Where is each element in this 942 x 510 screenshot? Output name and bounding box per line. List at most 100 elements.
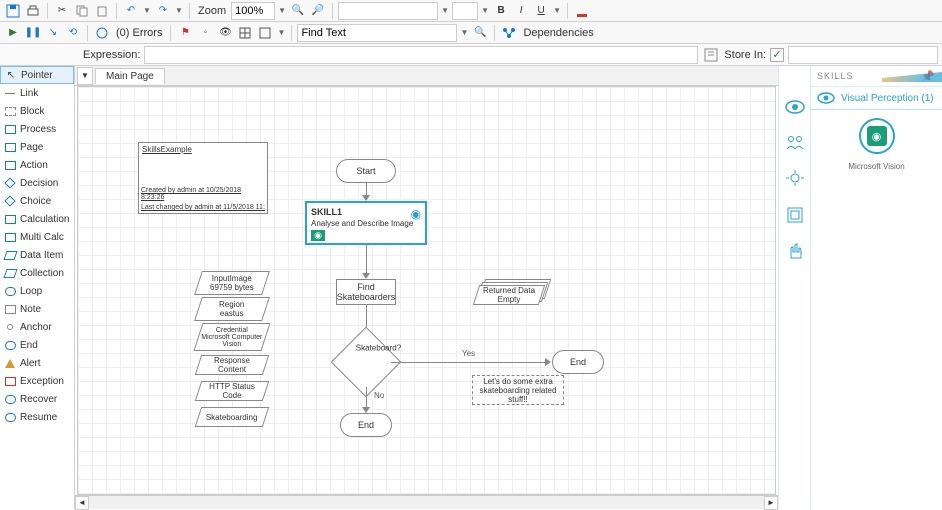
palette-process[interactable]: Process [0, 120, 74, 138]
note-icon [4, 303, 16, 315]
redo-dropdown-icon[interactable]: ▼ [174, 2, 184, 20]
palette-link[interactable]: —Link [0, 84, 74, 102]
scroll-left-icon[interactable]: ◄ [75, 496, 89, 510]
people-icon[interactable] [784, 132, 806, 154]
returned-data-collection[interactable]: Returned Data Empty [476, 279, 550, 305]
grid-icon[interactable] [236, 24, 254, 42]
palette-resume[interactable]: Resume [0, 408, 74, 426]
end-stage-yes[interactable]: End [552, 350, 604, 374]
eye-icon: ◉ [411, 207, 421, 221]
exception-icon [4, 375, 16, 387]
errors-count[interactable]: (0) Errors [113, 27, 165, 39]
dep-icon[interactable] [500, 24, 518, 42]
data-inputimage[interactable]: InputImage69759 bytes [198, 271, 266, 295]
font-dropdown-icon[interactable]: ▼ [440, 2, 450, 20]
dependencies-button[interactable]: Dependencies [520, 27, 596, 39]
skill-stage[interactable]: SKILL1 Analyse and Describe Image ◉ ◉ [305, 201, 427, 245]
flowchart-canvas[interactable]: SkillsExample Created by admin at 10/25/… [78, 87, 775, 494]
copy-icon[interactable] [73, 2, 91, 20]
data-response[interactable]: Response Content [198, 355, 266, 375]
underline-dropdown-icon[interactable]: ▼ [552, 2, 562, 20]
skills-panel: SKILLS 📌 Visual Perception (1) ◉ Microso… [810, 66, 942, 509]
structure-icon[interactable] [784, 204, 806, 226]
bold-button[interactable]: B [492, 2, 510, 20]
undo-dropdown-icon[interactable]: ▼ [142, 2, 152, 20]
palette-end[interactable]: End [0, 336, 74, 354]
zoom-dropdown-icon[interactable]: ▼ [277, 2, 287, 20]
palette-recover[interactable]: Recover [0, 390, 74, 408]
palette-anchor[interactable]: Anchor [0, 318, 74, 336]
errors-icon[interactable] [93, 24, 111, 42]
watch-icon[interactable]: 👁 [216, 24, 234, 42]
font-size-select[interactable] [452, 2, 478, 20]
undo-icon[interactable]: ↶ [122, 2, 140, 20]
find-stage[interactable]: Find Skateboarders [336, 279, 396, 305]
horizontal-scrollbar[interactable]: ◄ ► [75, 495, 778, 509]
start-stage[interactable]: Start [336, 159, 396, 183]
palette-exception[interactable]: Exception [0, 372, 74, 390]
underline-button[interactable]: U [532, 2, 550, 20]
palette-note[interactable]: Note [0, 300, 74, 318]
data-credential[interactable]: CredentialMicrosoft Computer Vision [198, 323, 266, 351]
palette-action[interactable]: Action [0, 156, 74, 174]
paste-icon[interactable] [93, 2, 111, 20]
palette-calculation[interactable]: Calculation [0, 210, 74, 228]
palette-pointer[interactable]: ↖Pointer [0, 66, 74, 84]
step-icon[interactable]: ↘ [44, 24, 62, 42]
skill-tile-msvision[interactable]: ◉ [859, 118, 895, 154]
tab-dropdown-icon[interactable]: ▼ [77, 67, 93, 85]
data-http[interactable]: HTTP Status Code [198, 381, 266, 401]
fontsize-dropdown-icon[interactable]: ▼ [480, 2, 490, 20]
extra-note[interactable]: Let's do some extra skateboarding relate… [472, 375, 564, 405]
end-stage-no[interactable]: End [340, 413, 392, 437]
print-icon[interactable] [24, 2, 42, 20]
pause-icon[interactable]: ❚❚ [24, 24, 42, 42]
hand-icon[interactable] [784, 240, 806, 262]
store-in-input[interactable] [788, 46, 938, 64]
info-note[interactable]: SkillsExample Created by admin at 10/25/… [138, 142, 268, 214]
expression-builder-icon[interactable] [702, 46, 720, 64]
palette-page[interactable]: Page [0, 138, 74, 156]
italic-button[interactable]: I [512, 2, 530, 20]
data-skateboarding[interactable]: Skateboarding [198, 407, 266, 427]
zoom-in-icon[interactable]: 🔎 [309, 2, 327, 20]
collection-icon [4, 267, 16, 279]
palette-multicalc[interactable]: Multi Calc [0, 228, 74, 246]
palette-alert[interactable]: Alert [0, 354, 74, 372]
idea-icon[interactable] [784, 168, 806, 190]
palette-block[interactable]: Block [0, 102, 74, 120]
perception-icon[interactable] [784, 96, 806, 118]
font-select[interactable] [338, 2, 438, 20]
expression-input[interactable] [144, 46, 698, 64]
zoom-input[interactable] [231, 2, 275, 20]
palette-choice[interactable]: Choice [0, 192, 74, 210]
msvision-icon: ◉ [867, 126, 887, 146]
palette-loop[interactable]: Loop [0, 282, 74, 300]
reset-icon[interactable]: ⟲ [64, 24, 82, 42]
scroll-right-icon[interactable]: ► [764, 496, 778, 510]
breakpoint-icon[interactable]: ◦ [196, 24, 214, 42]
find-icon[interactable]: 🔍 [471, 24, 489, 42]
data-region[interactable]: Regioneastus [198, 297, 266, 321]
find-dropdown-icon[interactable]: ▼ [459, 24, 469, 42]
page-icon [4, 141, 16, 153]
save-icon[interactable] [4, 2, 22, 20]
tab-main-page[interactable]: Main Page [95, 68, 165, 84]
cut-icon[interactable]: ✂ [53, 2, 71, 20]
visual-perception-row[interactable]: Visual Perception (1) [811, 86, 942, 110]
palette-collection[interactable]: Collection [0, 264, 74, 282]
vp-label: Visual Perception (1) [841, 93, 934, 104]
palette-decision[interactable]: Decision [0, 174, 74, 192]
redo-icon[interactable]: ↷ [154, 2, 172, 20]
layout-icon[interactable] [256, 24, 274, 42]
layout-dropdown-icon[interactable]: ▼ [276, 24, 286, 42]
zoom-out-icon[interactable]: 🔍 [289, 2, 307, 20]
font-color-icon[interactable] [573, 2, 591, 20]
play-icon[interactable]: ▶ [4, 24, 22, 42]
no-label: No [372, 391, 386, 400]
decision-stage[interactable]: Skateboard? [341, 337, 391, 387]
palette-dataitem[interactable]: Data Item [0, 246, 74, 264]
find-text-input[interactable] [297, 24, 457, 42]
link-icon: — [4, 87, 16, 99]
flag-icon[interactable]: ⚑ [176, 24, 194, 42]
